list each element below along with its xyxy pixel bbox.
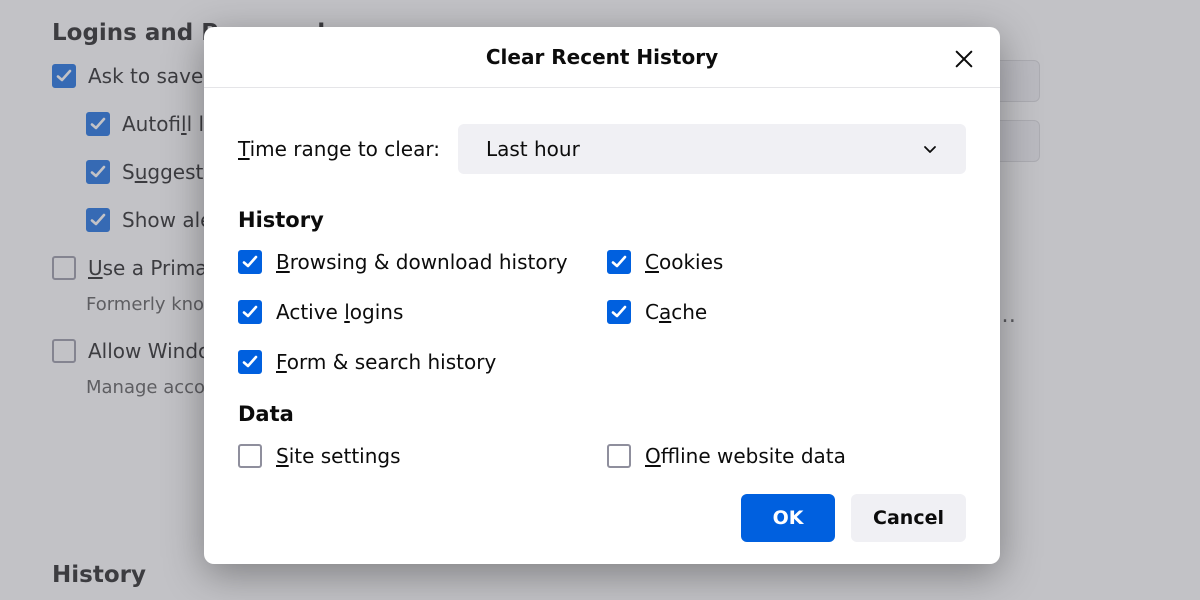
check-item-site-settings: Site settings bbox=[238, 444, 597, 468]
checkbox-cookies[interactable] bbox=[607, 250, 631, 274]
time-range-label: Time range to clear: bbox=[238, 137, 440, 161]
check-label: Form & search history bbox=[276, 350, 496, 374]
check-label: Cookies bbox=[645, 250, 723, 274]
check-label: Active logins bbox=[276, 300, 403, 324]
check-label: Site settings bbox=[276, 444, 401, 468]
check-label: Cache bbox=[645, 300, 707, 324]
history-checks-grid: Browsing & download history Cookies Acti… bbox=[238, 250, 966, 374]
check-item-active-logins: Active logins bbox=[238, 300, 597, 324]
check-item-offline-data: Offline website data bbox=[607, 444, 966, 468]
cancel-button[interactable]: Cancel bbox=[851, 494, 966, 542]
group-title-data: Data bbox=[238, 402, 966, 426]
checkbox-offline-data[interactable] bbox=[607, 444, 631, 468]
chevron-down-icon bbox=[922, 141, 938, 157]
checkbox-site-settings[interactable] bbox=[238, 444, 262, 468]
dialog-title: Clear Recent History bbox=[486, 45, 718, 69]
time-range-row: Time range to clear: Last hour bbox=[238, 124, 966, 174]
check-label: Browsing & download history bbox=[276, 250, 568, 274]
clear-history-dialog: Clear Recent History Time range to clear… bbox=[204, 27, 1000, 564]
checkbox-browsing[interactable] bbox=[238, 250, 262, 274]
ok-button[interactable]: OK bbox=[741, 494, 835, 542]
time-range-value: Last hour bbox=[486, 137, 580, 161]
dialog-header: Clear Recent History bbox=[204, 27, 1000, 88]
check-item-form: Form & search history bbox=[238, 350, 597, 374]
check-item-browsing: Browsing & download history bbox=[238, 250, 597, 274]
check-item-cookies: Cookies bbox=[607, 250, 966, 274]
check-item-cache: Cache bbox=[607, 300, 966, 324]
time-range-select[interactable]: Last hour bbox=[458, 124, 966, 174]
close-icon bbox=[953, 48, 975, 70]
checkbox-cache[interactable] bbox=[607, 300, 631, 324]
checkbox-form[interactable] bbox=[238, 350, 262, 374]
group-title-history: History bbox=[238, 208, 966, 232]
dialog-footer: OK Cancel bbox=[238, 494, 966, 542]
check-label: Offline website data bbox=[645, 444, 846, 468]
checkbox-active-logins[interactable] bbox=[238, 300, 262, 324]
data-checks-grid: Site settings Offline website data bbox=[238, 444, 966, 468]
close-button[interactable] bbox=[950, 45, 978, 73]
